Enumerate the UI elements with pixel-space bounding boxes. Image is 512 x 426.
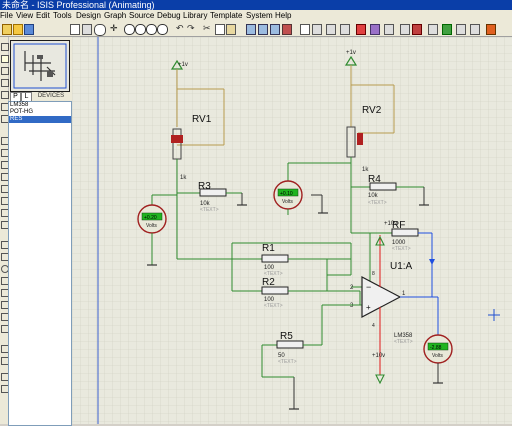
r5-text: <TEXT>	[278, 359, 297, 365]
paste-icon[interactable]	[226, 24, 236, 35]
wire-autorouter-icon[interactable]	[356, 24, 366, 35]
goto-sheet-icon[interactable]	[428, 24, 438, 35]
pan-icon[interactable]: ✛	[110, 24, 119, 33]
toolbar: ✛ ↶ ↷ ✂	[0, 22, 512, 37]
packaging-icon[interactable]	[326, 24, 336, 35]
wire-label-mode-icon[interactable]	[1, 79, 9, 87]
menu-edit[interactable]: Edit	[36, 10, 50, 22]
make-device-icon[interactable]	[312, 24, 322, 35]
select-mode-icon[interactable]	[1, 43, 9, 51]
zoom-all-icon[interactable]	[146, 24, 157, 35]
cut-icon[interactable]: ✂	[203, 24, 212, 33]
device-item-res[interactable]: RES	[9, 116, 71, 123]
r5-label: R5	[280, 331, 293, 342]
open-folder-icon[interactable]	[13, 24, 23, 35]
r2-text: <TEXT>	[264, 303, 283, 309]
copy-icon[interactable]	[215, 24, 225, 35]
junction-mode-icon[interactable]	[1, 67, 9, 75]
rv2-label: RV2	[362, 105, 382, 116]
text-script-mode-icon[interactable]	[1, 91, 9, 99]
zoom-out-icon[interactable]	[135, 24, 146, 35]
block-rotate-icon[interactable]	[270, 24, 280, 35]
component-mode-icon[interactable]	[1, 55, 9, 63]
voltmeter-3-unit: Volts	[432, 353, 443, 359]
new-sheet-icon[interactable]	[400, 24, 410, 35]
opamp-pin8: 8	[372, 271, 375, 277]
block-delete-icon[interactable]	[282, 24, 292, 35]
remove-sheet-icon[interactable]	[412, 24, 422, 35]
r4-text: <TEXT>	[368, 200, 387, 206]
electrical-rule-check-icon[interactable]	[470, 24, 480, 35]
menu-library[interactable]: Library	[183, 10, 207, 22]
block-move-icon[interactable]	[258, 24, 268, 35]
r1-label: R1	[262, 243, 275, 254]
block-copy-icon[interactable]	[246, 24, 256, 35]
rv1-label: RV1	[192, 114, 212, 125]
grid-toggle-icon[interactable]	[82, 24, 92, 35]
r3-text: <TEXT>	[200, 207, 219, 213]
menu-file[interactable]: File	[0, 10, 13, 22]
voltmeter-1-unit: Volts	[146, 223, 157, 229]
opamp-ref-label: U1:A	[390, 261, 413, 272]
menu-view[interactable]: View	[16, 10, 33, 22]
undo-icon[interactable]: ↶	[176, 24, 185, 33]
opamp-vee-label: +10v	[372, 353, 385, 359]
svg-text:+: +	[366, 303, 371, 312]
menu-design[interactable]: Design	[76, 10, 101, 22]
voltmeter-3-reading: -2.88	[430, 345, 442, 351]
opamp-text: <TEXT>	[394, 339, 413, 345]
menu-template[interactable]: Template	[210, 10, 242, 22]
pick-device-icon[interactable]	[300, 24, 310, 35]
menu-source[interactable]: Source	[129, 10, 154, 22]
origin-icon[interactable]	[94, 24, 106, 36]
title-bar: 未命名 - ISIS Professional (Animating)	[0, 0, 512, 10]
netlist-icon[interactable]	[442, 24, 452, 35]
new-file-icon[interactable]	[2, 24, 12, 35]
voltmeter-2-unit: Volts	[282, 199, 293, 205]
redo-icon[interactable]: ↷	[187, 24, 196, 33]
svg-text:−: −	[366, 282, 371, 292]
zoom-in-icon[interactable]	[124, 24, 135, 35]
search-tag-icon[interactable]	[370, 24, 380, 35]
r4-value: 10k	[368, 193, 379, 199]
menu-help[interactable]: Help	[275, 10, 291, 22]
rv2-supply-label: +1v	[346, 50, 356, 56]
bill-of-materials-icon[interactable]	[456, 24, 466, 35]
grid-background	[72, 37, 512, 424]
rf-text: <TEXT>	[392, 246, 411, 252]
device-item-pot-hg[interactable]: POT-HG	[9, 109, 71, 116]
devices-label: DEVICES	[32, 92, 70, 100]
opamp-pin4: 4	[372, 323, 375, 329]
property-tool-icon[interactable]	[384, 24, 394, 35]
r3-label: R3	[198, 181, 211, 192]
ares-icon[interactable]	[486, 24, 496, 35]
voltmeter-2-reading: +0.10	[280, 191, 293, 197]
menu-debug[interactable]: Debug	[157, 10, 181, 22]
voltmeter-1-reading: +0.20	[144, 215, 157, 221]
r2-label: R2	[262, 277, 275, 288]
overview-preview[interactable]	[10, 40, 70, 92]
r4-label: R4	[368, 174, 381, 185]
device-item-lm358[interactable]: LM358	[9, 102, 71, 109]
print-icon[interactable]	[70, 24, 80, 35]
rv1-value: 1k	[180, 175, 187, 181]
menu-tools[interactable]: Tools	[53, 10, 72, 22]
menu-system[interactable]: System	[246, 10, 273, 22]
rv2-value: 1k	[362, 167, 369, 173]
menu-graph[interactable]: Graph	[104, 10, 126, 22]
rv1-supply-label: +1v	[178, 62, 188, 68]
decompose-icon[interactable]	[340, 24, 350, 35]
zoom-area-icon[interactable]	[157, 24, 168, 35]
schematic-svg: +1v RV1 1k R3 10k <TEXT> +0.20 Volts +0.…	[72, 37, 512, 424]
save-icon[interactable]	[24, 24, 34, 35]
devices-list[interactable]: LM358 POT-HG RES	[8, 101, 72, 426]
opamp-vcc-label: +10v	[384, 221, 397, 227]
schematic-canvas[interactable]: +1v RV1 1k R3 10k <TEXT> +0.20 Volts +0.…	[72, 37, 512, 424]
